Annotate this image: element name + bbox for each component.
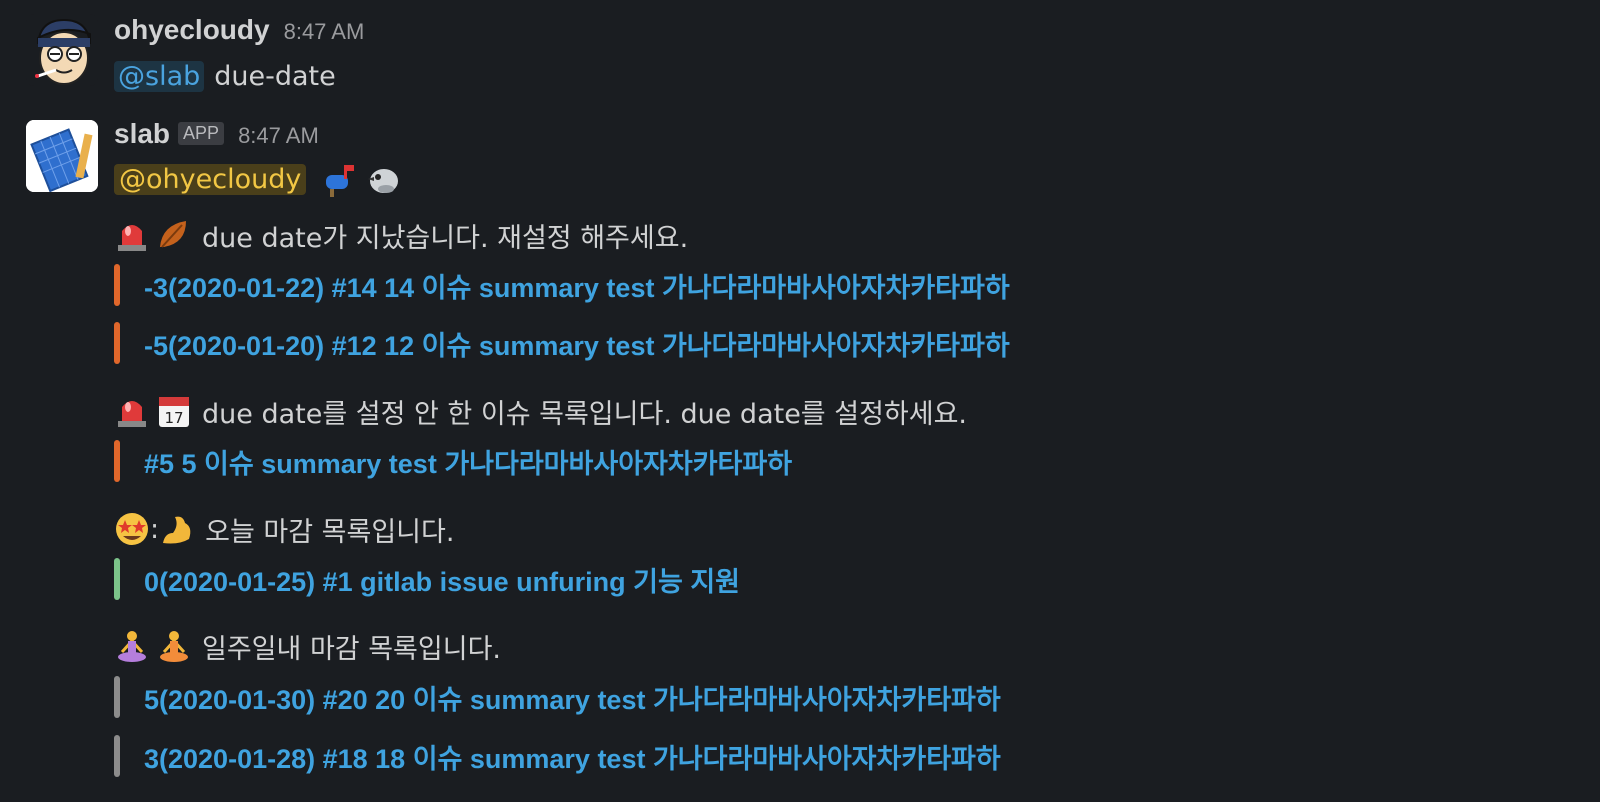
person-lotus-position-emoji [114,628,150,664]
issue-attachment: 5(2020-01-30) #20 20 이슈 summary test 가나다… [114,676,1001,718]
username[interactable]: slab [114,118,170,150]
timestamp[interactable]: 8:47 AM [284,19,365,45]
svg-text:17: 17 [164,409,183,427]
section-title: due date를 설정 안 한 이슈 목록입니다. due date를 설정하… [202,398,968,430]
issue-link[interactable]: #5 5 이슈 summary test 가나다라마바사아자차카타파하 [144,442,792,481]
section-title: 오늘 마감 목록입니다. [205,516,455,548]
star-struck-emoji [114,511,150,547]
rotating-light-emoji [114,217,150,253]
issue-attachment: 3(2020-01-28) #18 18 이슈 summary test 가나다… [114,735,1001,777]
section-header: 17 due date를 설정 안 한 이슈 목록입니다. due date를 … [114,390,967,432]
issue-attachment: -3(2020-01-22) #14 14 이슈 summary test 가나… [114,264,1010,306]
attachment-color-bar [114,676,120,718]
user-mention[interactable]: @slab [114,60,205,92]
username[interactable]: ohyecloudy [114,14,270,46]
issue-link[interactable]: -5(2020-01-20) #12 12 이슈 summary test 가나… [144,324,1010,363]
issue-link[interactable]: 5(2020-01-30) #20 20 이슈 summary test 가나다… [144,678,1001,717]
attachment-color-bar [114,735,120,777]
calendar-emoji: 17 [156,393,192,429]
attachment-color-bar [114,264,120,306]
bird-emoji [364,161,400,197]
rotating-light-emoji [114,393,150,429]
attachment-color-bar [114,322,120,364]
app-badge: APP [178,122,225,145]
issue-link[interactable]: 0(2020-01-25) #1 gitlab issue unfuring 기… [144,560,740,599]
avatar[interactable] [26,14,98,86]
issue-attachment: 0(2020-01-25) #1 gitlab issue unfuring 기… [114,558,740,600]
user-mention[interactable]: @ohyecloudy [114,163,307,195]
attachment-color-bar [114,558,120,600]
emoji-separator: : [150,513,160,545]
issue-attachment: #5 5 이슈 summary test 가나다라마바사아자차카타파하 [114,440,792,482]
message-body: @ohyecloudy [114,158,406,200]
message-header: ohyecloudy 8:47 AM [114,14,364,46]
section-title: 일주일내 마감 목록입니다. [202,633,501,665]
section-header: due date가 지났습니다. 재설정 해주세요. [114,214,688,256]
person-lotus-position-emoji [156,628,192,664]
message-text: due-date [214,60,336,92]
issue-attachment: -5(2020-01-20) #12 12 이슈 summary test 가나… [114,322,1010,364]
message-header: slab APP 8:47 AM [114,118,319,150]
issue-link[interactable]: -3(2020-01-22) #14 14 이슈 summary test 가나… [144,266,1010,305]
section-header: 일주일내 마감 목록입니다. [114,625,501,667]
flexed-biceps-emoji [159,511,195,547]
fallen-leaf-emoji [156,217,192,253]
message-body: @slab due-date [114,55,336,97]
timestamp[interactable]: 8:47 AM [238,123,319,149]
section-title: due date가 지났습니다. 재설정 해주세요. [202,222,689,254]
section-header: : 오늘 마감 목록입니다. [114,508,454,550]
attachment-color-bar [114,440,120,482]
mailbox-emoji [322,161,358,197]
issue-link[interactable]: 3(2020-01-28) #18 18 이슈 summary test 가나다… [144,737,1001,776]
app-avatar[interactable] [26,120,98,192]
